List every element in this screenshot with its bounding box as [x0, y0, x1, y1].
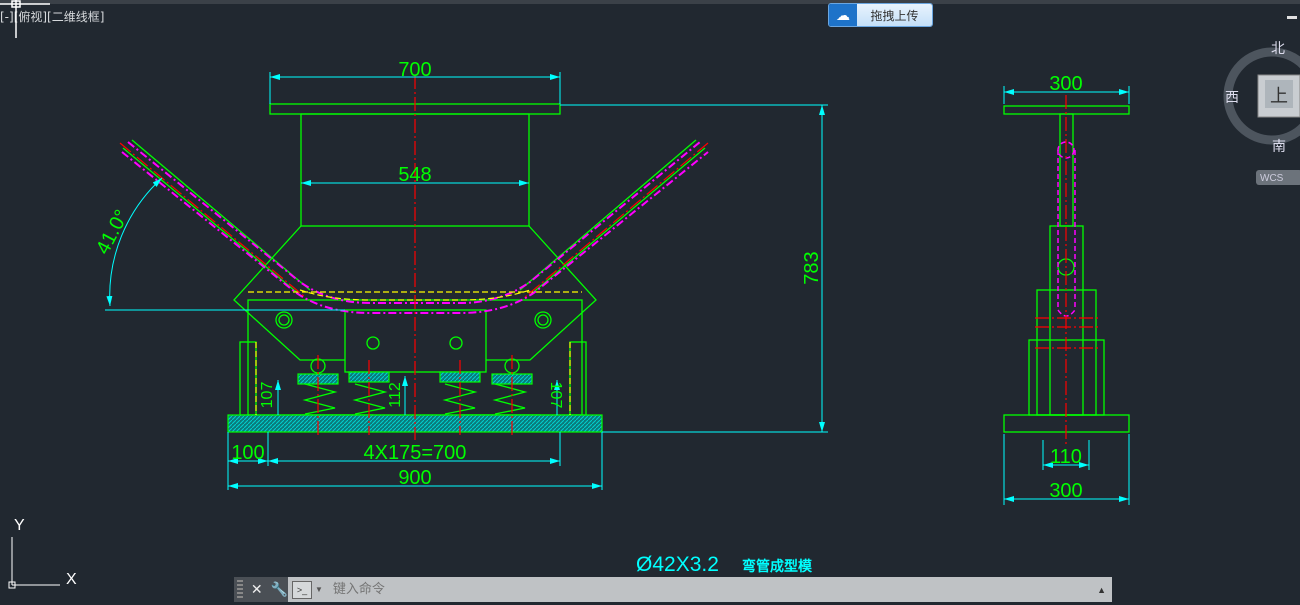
spring-caps: [227, 371, 603, 433]
side-view: [1003, 105, 1130, 433]
command-input[interactable]: [330, 581, 1098, 598]
wrench-icon[interactable]: 🔧: [271, 581, 288, 598]
viewport-controls-label[interactable]: [-][俯视][二维线框]: [0, 8, 104, 25]
front-dimensions: [105, 72, 828, 490]
face-top-label: 上: [1270, 86, 1288, 106]
ucs-y-label: Y: [14, 517, 25, 534]
dim-total-width: 900: [398, 467, 431, 489]
close-icon[interactable]: ✕: [251, 581, 263, 598]
dim-column-width: 548: [398, 164, 431, 186]
side-dimensions: [1003, 86, 1130, 505]
bent-pipe-outline: [121, 141, 709, 314]
viewcube[interactable]: 上 北 南 西 WCS: [1220, 40, 1300, 190]
command-prompt-icon[interactable]: >_: [292, 580, 312, 599]
drawing-title-name: 弯管成型模: [742, 558, 813, 574]
drag-grip-icon[interactable]: [237, 579, 243, 600]
dim-left-offset: 100: [231, 442, 264, 464]
compass-south[interactable]: 南: [1272, 138, 1286, 154]
window-top-edge: [0, 0, 1300, 4]
ucs-icon: [8, 537, 60, 589]
dim-spring-h3: 107: [547, 382, 564, 409]
dim-angle: 41.0°: [92, 206, 133, 258]
side-dim-bottom: 300: [1049, 480, 1082, 502]
ucs-x-label: X: [66, 571, 77, 588]
compass-west[interactable]: 西: [1225, 89, 1239, 105]
drag-upload-button[interactable]: ☁ 拖拽上传: [828, 3, 933, 27]
compass-north[interactable]: 北: [1271, 40, 1285, 56]
side-dim-mid: 110: [1050, 446, 1082, 468]
dim-height: 783: [801, 251, 823, 284]
dim-spring-h1: 107: [259, 382, 276, 409]
drag-upload-label: 拖拽上传: [857, 4, 932, 26]
dim-pitch: 4X175=700: [364, 442, 467, 464]
chevron-down-icon[interactable]: ▼: [315, 585, 323, 594]
cloud-upload-icon: ☁: [829, 4, 857, 26]
command-history-up-icon[interactable]: ▲: [1097, 585, 1106, 595]
command-line[interactable]: ✕ 🔧 >_ ▼ ▲: [234, 577, 1112, 602]
dim-top-width: 700: [398, 59, 431, 81]
minimize-viewport-button[interactable]: [1287, 16, 1297, 19]
center-lines: [119, 75, 709, 440]
side-dim-top: 300: [1049, 73, 1082, 95]
drawing-title-size: Ø42X3.2: [636, 553, 719, 576]
hidden-lines: [248, 289, 582, 415]
side-pipe-outline: [1057, 141, 1076, 317]
drawing-canvas: 700 548 783 41.0° 100 4X175=700 900 107 …: [0, 0, 1130, 589]
front-view: [122, 103, 706, 431]
dim-spring-h2: 112: [387, 382, 404, 408]
side-center-lines: [1035, 95, 1098, 444]
wcs-label: WCS: [1260, 173, 1284, 184]
